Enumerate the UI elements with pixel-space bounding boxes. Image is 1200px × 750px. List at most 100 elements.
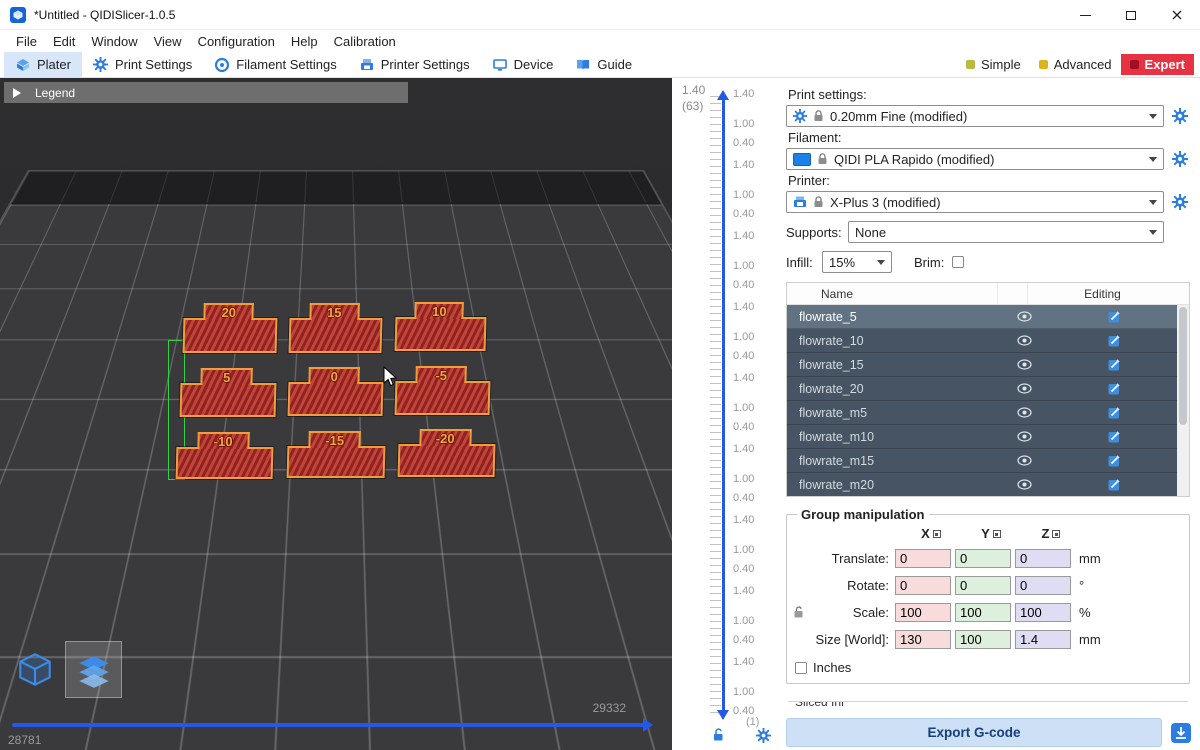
send-to-printer-icon[interactable] <box>1170 722 1192 744</box>
edit-icon[interactable] <box>1039 478 1189 491</box>
object-list-row[interactable]: flowrate_m15 <box>787 449 1189 473</box>
menu-item[interactable]: Edit <box>45 32 83 51</box>
object-name: flowrate_m15 <box>787 454 1009 468</box>
layer-range-lock-icon[interactable] <box>712 728 725 745</box>
edit-icon[interactable] <box>1039 430 1189 443</box>
menu-item[interactable]: Configuration <box>190 32 283 51</box>
axis-x-input[interactable] <box>895 630 951 649</box>
object-list-row[interactable]: flowrate_5 <box>787 305 1189 329</box>
inches-checkbox[interactable] <box>795 662 807 674</box>
tab[interactable]: Printer Settings <box>348 52 481 77</box>
menu-bar: FileEditWindowViewConfigurationHelpCalib… <box>0 30 1200 52</box>
minimize-button[interactable] <box>1062 0 1108 30</box>
axis-y-input[interactable] <box>955 603 1011 622</box>
mode-button[interactable]: Advanced <box>1030 54 1121 75</box>
supports-combo[interactable]: None <box>848 221 1164 243</box>
object-list-row[interactable]: flowrate_10 <box>787 329 1189 353</box>
tab[interactable]: Guide <box>564 52 643 77</box>
object-list-row[interactable]: flowrate_m20 <box>787 473 1189 497</box>
object-list-row[interactable]: flowrate_m5 <box>787 401 1189 425</box>
eye-icon[interactable] <box>1009 383 1039 394</box>
tab[interactable]: Filament Settings <box>203 52 347 77</box>
axis-y-input[interactable] <box>955 549 1011 568</box>
scrollbar-thumb[interactable] <box>1179 307 1187 425</box>
eye-icon[interactable] <box>1009 431 1039 442</box>
flowrate-test-object[interactable]: -5 <box>395 381 491 415</box>
flowrate-test-object[interactable]: 15 <box>289 318 383 353</box>
axis-z-input[interactable] <box>1015 630 1071 649</box>
flowrate-label-tab: 20 <box>203 303 254 320</box>
3d-editor-view-button[interactable] <box>6 641 63 698</box>
layer-height-current: 1.40 <box>682 83 705 97</box>
printer-gear-button[interactable] <box>1170 194 1190 210</box>
object-list-row[interactable]: flowrate_15 <box>787 353 1189 377</box>
vertical-layer-slider[interactable] <box>722 94 725 716</box>
print-settings-gear-button[interactable] <box>1170 108 1190 124</box>
tab[interactable]: Plater <box>4 52 82 77</box>
edit-icon[interactable] <box>1039 358 1189 371</box>
flowrate-value: 0 <box>330 369 338 384</box>
object-list-row[interactable]: flowrate_20 <box>787 377 1189 401</box>
eye-icon[interactable] <box>1009 335 1039 346</box>
print-settings-combo[interactable]: 0.20mm Fine (modified) <box>786 105 1164 127</box>
eye-icon[interactable] <box>1009 407 1039 418</box>
printer-icon <box>793 195 807 209</box>
edit-icon[interactable] <box>1039 406 1189 419</box>
mode-button[interactable]: Expert <box>1121 54 1194 75</box>
eye-icon[interactable] <box>1009 359 1039 370</box>
eye-icon[interactable] <box>1009 311 1039 322</box>
maximize-button[interactable] <box>1108 0 1154 30</box>
axis-box-icon <box>933 530 941 538</box>
flowrate-test-object[interactable]: -20 <box>398 444 496 477</box>
flowrate-test-object[interactable]: 10 <box>395 317 487 351</box>
flowrate-test-object[interactable]: 5 <box>180 383 277 417</box>
tab[interactable]: Device <box>481 52 565 77</box>
flowrate-test-object[interactable]: 20 <box>183 318 278 353</box>
plater-icon <box>15 57 31 73</box>
filament-gear-button[interactable] <box>1170 151 1190 167</box>
flowrate-test-object[interactable]: 0 <box>288 382 384 416</box>
export-gcode-button[interactable]: Export G-code <box>786 718 1162 747</box>
menu-item[interactable]: Calibration <box>326 32 404 51</box>
edit-icon[interactable] <box>1039 334 1189 347</box>
infill-combo[interactable]: 15% <box>822 251 892 273</box>
object-list-row[interactable]: flowrate_m10 <box>787 425 1189 449</box>
menu-item[interactable]: Help <box>283 32 326 51</box>
flowrate-test-object[interactable]: -15 <box>287 446 386 478</box>
edit-icon[interactable] <box>1039 310 1189 323</box>
eye-icon[interactable] <box>1009 479 1039 490</box>
axis-x-input[interactable] <box>895 603 951 622</box>
mode-button[interactable]: Simple <box>957 54 1030 75</box>
horizontal-move-slider[interactable] <box>12 723 650 727</box>
tab-label: Plater <box>37 57 71 72</box>
flowrate-test-object[interactable]: -10 <box>176 447 274 479</box>
uniform-scale-lock-icon[interactable] <box>793 606 807 619</box>
filament-icon <box>214 57 230 73</box>
menu-item[interactable]: Window <box>83 32 145 51</box>
axis-z-input[interactable] <box>1015 576 1071 595</box>
axis-z-input[interactable] <box>1015 603 1071 622</box>
layer-height-tick: 1.00 <box>733 257 777 276</box>
axis-x-input[interactable] <box>895 576 951 595</box>
object-list-scrollbar[interactable] <box>1177 305 1189 496</box>
filament-combo[interactable]: QIDI PLA Rapido (modified) <box>786 148 1164 170</box>
printer-combo[interactable]: X-Plus 3 (modified) <box>786 191 1164 213</box>
edit-icon[interactable] <box>1039 454 1189 467</box>
menu-item[interactable]: View <box>146 32 190 51</box>
axis-y-input[interactable] <box>955 630 1011 649</box>
close-button[interactable] <box>1154 0 1200 30</box>
layer-slider-settings-icon[interactable] <box>756 728 771 743</box>
flowrate-value: 15 <box>327 305 342 320</box>
eye-icon[interactable] <box>1009 455 1039 466</box>
brim-checkbox[interactable] <box>952 256 964 268</box>
menu-item[interactable]: File <box>8 32 45 51</box>
tab[interactable]: Print Settings <box>82 52 203 77</box>
print-settings-label: Print settings: <box>788 87 1190 102</box>
3d-viewport[interactable]: Legend 20 15 <box>0 78 672 750</box>
edit-icon[interactable] <box>1039 382 1189 395</box>
axis-x-input[interactable] <box>895 549 951 568</box>
axis-z-input[interactable] <box>1015 549 1071 568</box>
legend-bar[interactable]: Legend <box>4 82 408 103</box>
axis-y-input[interactable] <box>955 576 1011 595</box>
preview-view-button[interactable] <box>65 641 122 698</box>
